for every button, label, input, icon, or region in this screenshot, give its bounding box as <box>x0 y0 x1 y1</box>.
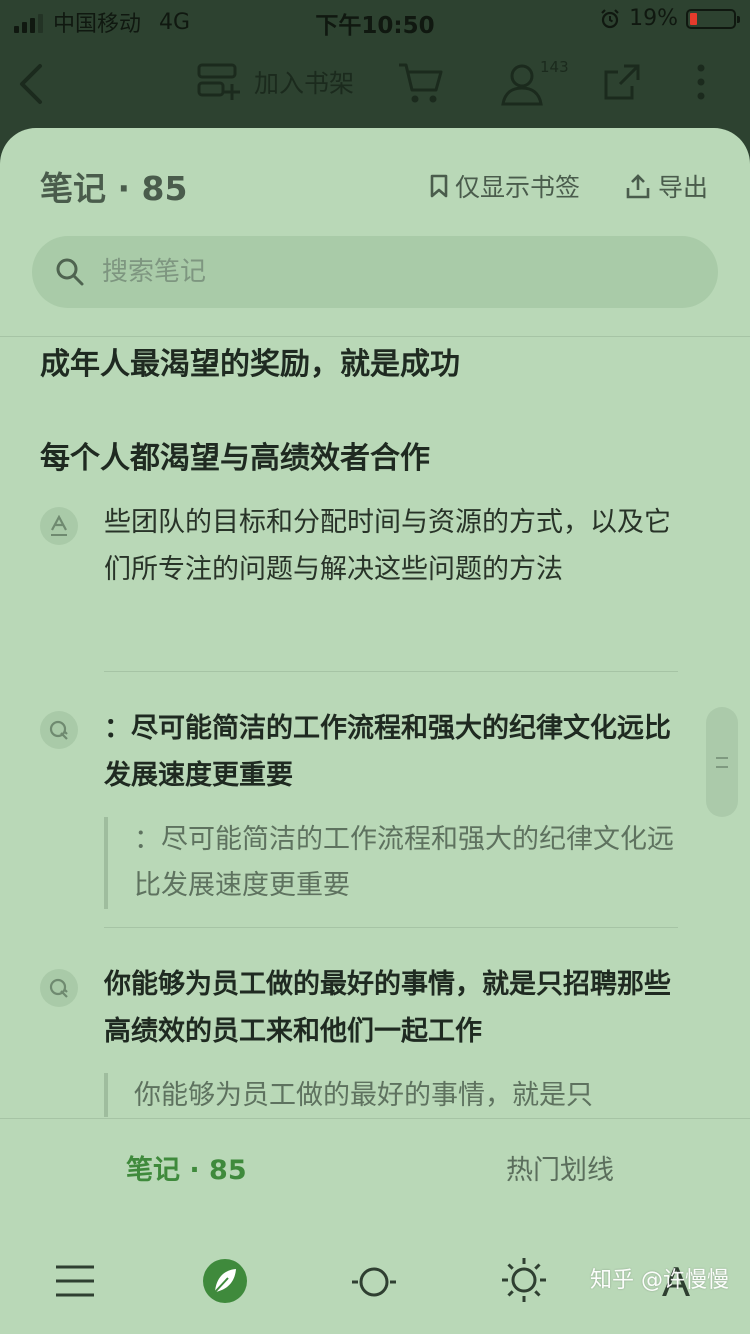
add-to-shelf-button[interactable]: 加入书架 <box>196 62 354 102</box>
search-bar <box>32 236 718 308</box>
search-input[interactable] <box>100 256 664 288</box>
add-to-shelf-label: 加入书架 <box>254 69 355 98</box>
cart-icon[interactable] <box>396 60 446 106</box>
note-quote: 你能够为员工做的最好的事情，就是只 <box>104 1073 690 1117</box>
status-bar: 中国移动 4G 下午10:50 19% <box>0 0 750 40</box>
notes-list[interactable]: 成年人最渴望的奖励，就是成功 每个人都渴望与高绩效者合作 些团队的目标和分配时间… <box>0 337 750 1117</box>
share-icon[interactable] <box>602 62 642 102</box>
bookmark-only-label: 仅显示书签 <box>454 173 580 202</box>
thought-icon <box>40 711 78 749</box>
note-text: 你能够为员工做的最好的事情，就是只招聘那些高绩效的员工来和他们一起工作 <box>104 969 671 1047</box>
app-bar: 加入书架 143 <box>0 44 750 124</box>
menu-icon[interactable] <box>54 1264 96 1298</box>
bookmark-only-toggle[interactable]: 仅显示书签 <box>429 168 580 204</box>
highlight-icon <box>40 507 78 545</box>
user-count-badge: 143 <box>540 58 569 76</box>
upload-icon <box>626 174 650 199</box>
note-text: 些团队的目标和分配时间与资源的方式，以及它们所专注的问题与解决这些问题的方法 <box>104 507 671 585</box>
battery-percent: 19% <box>629 6 678 31</box>
scroll-handle[interactable] <box>706 707 738 817</box>
note-divider <box>104 671 678 672</box>
shelf-icon <box>197 63 240 100</box>
note-quote: ：尽可能简洁的工作流程和强大的纪律文化远比发展速度更重要 <box>104 817 690 909</box>
search-icon <box>56 258 84 286</box>
export-button[interactable]: 导出 <box>624 168 708 204</box>
sheet-header: 笔记 · 85 仅显示书签 导出 <box>40 162 710 212</box>
tab-popular-highlights[interactable]: 热门划线 <box>506 1148 614 1187</box>
more-icon[interactable] <box>694 62 708 102</box>
progress-icon[interactable] <box>350 1262 398 1302</box>
notes-tabs: 笔记 · 85 热门划线 <box>0 1148 750 1198</box>
battery-icon <box>686 8 740 29</box>
notes-sheet: 笔记 · 85 仅显示书签 导出 成年人最渴望的奖励 <box>0 128 750 1334</box>
back-icon[interactable] <box>14 62 54 106</box>
note-text: ：尽可能简洁的工作流程和强大的纪律文化远比发展速度更重要 <box>104 713 671 791</box>
bookmark-icon <box>430 174 448 198</box>
user-icon[interactable] <box>498 60 546 108</box>
brightness-icon[interactable] <box>500 1256 548 1304</box>
tabs-divider <box>0 1118 750 1119</box>
tab-notes[interactable]: 笔记 · 85 <box>126 1148 247 1187</box>
chapter-title: 每个人都渴望与高绩效者合作 <box>40 441 430 476</box>
alarm-icon <box>601 8 619 28</box>
export-label: 导出 <box>657 173 708 202</box>
note-divider <box>104 927 678 928</box>
chapter-title: 成年人最渴望的奖励，就是成功 <box>40 347 460 382</box>
thought-icon <box>40 969 78 1007</box>
watermark: 知乎 @许慢慢 <box>590 1268 729 1293</box>
leaf-icon[interactable] <box>202 1258 248 1304</box>
